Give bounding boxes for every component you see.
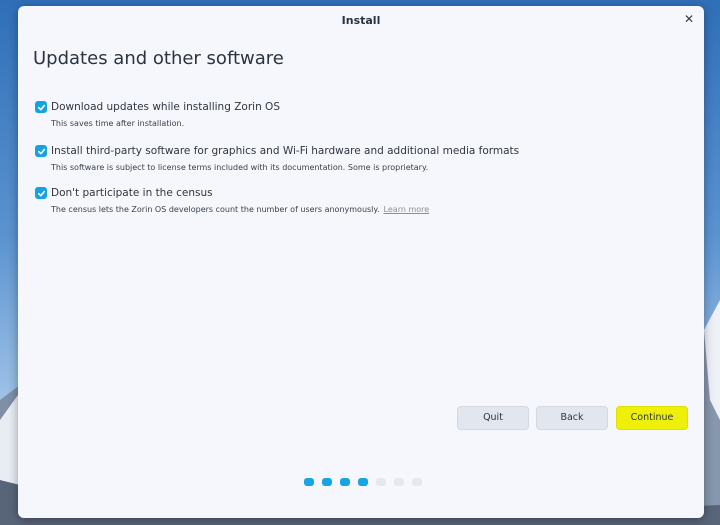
check-icon bbox=[37, 148, 45, 154]
check-icon bbox=[37, 104, 45, 110]
progress-dot-pending bbox=[412, 478, 422, 486]
third-party-software-checkbox[interactable] bbox=[35, 145, 47, 157]
option-row: Install third-party software for graphic… bbox=[35, 143, 675, 159]
learn-more-link[interactable]: Learn more bbox=[384, 205, 430, 214]
back-button[interactable]: Back bbox=[536, 406, 608, 430]
option-census: Don't participate in the census The cens… bbox=[35, 185, 675, 214]
progress-dot-completed bbox=[322, 478, 332, 486]
option-label[interactable]: Download updates while installing Zorin … bbox=[51, 101, 280, 113]
progress-dot-pending bbox=[376, 478, 386, 486]
option-description: This saves time after installation. bbox=[51, 119, 185, 128]
progress-dot-completed bbox=[304, 478, 314, 486]
option-description: This software is subject to license term… bbox=[51, 163, 429, 172]
progress-dot-completed bbox=[358, 478, 368, 486]
close-icon[interactable]: ✕ bbox=[681, 6, 697, 32]
option-row: Don't participate in the census bbox=[35, 185, 675, 201]
check-icon bbox=[37, 190, 45, 196]
option-third-party-software: Install third-party software for graphic… bbox=[35, 143, 675, 172]
page-title: Updates and other software bbox=[33, 48, 284, 69]
progress-dot-completed bbox=[340, 478, 350, 486]
continue-button[interactable]: Continue bbox=[616, 406, 688, 430]
option-description: The census lets the Zorin OS developers … bbox=[51, 205, 675, 214]
installer-window: Install ✕ Updates and other software Dow… bbox=[18, 6, 704, 518]
title-bar: Install ✕ bbox=[18, 6, 704, 32]
option-row: Download updates while installing Zorin … bbox=[35, 99, 675, 115]
quit-button[interactable]: Quit bbox=[457, 406, 529, 430]
window-title: Install bbox=[341, 14, 381, 27]
progress-dot-pending bbox=[394, 478, 404, 486]
census-checkbox[interactable] bbox=[35, 187, 47, 199]
desktop: Install ✕ Updates and other software Dow… bbox=[0, 0, 720, 525]
option-label[interactable]: Don't participate in the census bbox=[51, 187, 213, 199]
census-description-text: The census lets the Zorin OS developers … bbox=[51, 205, 380, 214]
step-progress-indicator bbox=[304, 478, 422, 486]
option-label[interactable]: Install third-party software for graphic… bbox=[51, 145, 519, 157]
option-download-updates: Download updates while installing Zorin … bbox=[35, 99, 675, 128]
download-updates-checkbox[interactable] bbox=[35, 101, 47, 113]
